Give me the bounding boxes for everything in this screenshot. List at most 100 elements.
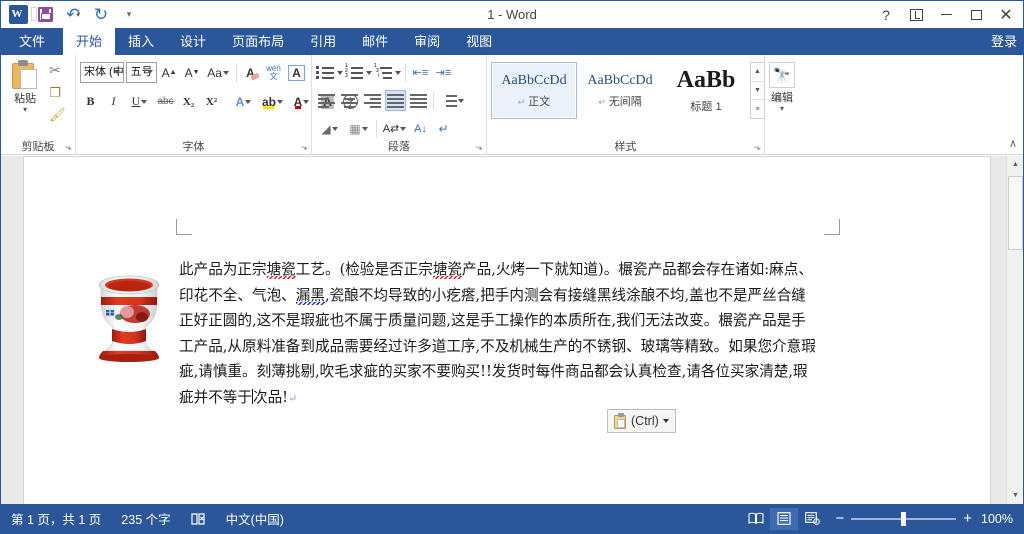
editing-button[interactable]: 🔭 编辑 ▾ [769,58,795,155]
styles-dialog-launcher[interactable]: ⬎ [753,142,761,153]
chevron-down-icon[interactable] [361,126,368,131]
chevron-down-icon[interactable]: ▾ [23,106,27,114]
styles-gallery-scroll[interactable]: ▲ ▼ ≡ [750,62,765,119]
minimize-button[interactable] [931,2,961,27]
justify-button[interactable] [385,90,406,111]
chevron-down-icon[interactable] [114,70,121,74]
shrink-font-button[interactable]: A ▼ [182,62,203,83]
grow-font-button[interactable]: A ▲ [159,62,180,83]
view-print-layout-button[interactable] [770,507,799,530]
superscript-button[interactable]: X² [201,91,222,112]
distribute-button[interactable] [408,90,429,111]
tab-home[interactable]: 开始 [63,28,116,55]
bold-button[interactable]: B [80,91,101,112]
align-center-button[interactable] [339,90,360,111]
zoom-in-button[interactable]: + [963,511,972,526]
ribbon-display-options-button[interactable] [901,2,931,27]
chevron-down-icon[interactable]: ▾ [780,105,784,113]
document-area[interactable]: 此产品为正宗塘瓷工艺。(检验是否正宗塘瓷产品,火烤一下就知道)。榐瓷产品都会存在… [1,156,1023,504]
chevron-down-icon[interactable] [222,70,229,75]
line-spacing-button[interactable] [438,90,465,111]
vertical-scrollbar[interactable]: ▲ ▼ [1006,156,1023,504]
character-border-button[interactable]: A [286,62,307,83]
numbering-button[interactable]: 1 2 3 [345,62,372,83]
zoom-level-label[interactable]: 100% [981,512,1023,526]
paste-options-button[interactable]: (Ctrl) [607,409,676,433]
chevron-down-icon[interactable] [395,70,401,75]
chevron-down-icon[interactable] [146,70,153,74]
tab-mailings[interactable]: 邮件 [349,28,401,55]
font-color-button[interactable]: A [288,91,315,112]
tab-file[interactable]: 文件 [1,28,64,55]
paragraph-dialog-launcher[interactable]: ⬎ [475,142,483,153]
font-dialog-launcher[interactable]: ⬎ [300,142,308,153]
chevron-down-icon[interactable] [245,99,252,104]
copy-button[interactable]: ❐ [49,84,67,101]
clear-formatting-button[interactable]: A [240,62,261,83]
page-indicator[interactable]: 第 1 页，共 1 页 [1,504,111,533]
zoom-out-button[interactable]: − [835,511,844,526]
sign-in-link[interactable]: 登录 [991,28,1017,55]
change-case-button[interactable]: Aa [205,62,232,83]
zoom-thumb[interactable] [901,511,907,526]
maximize-button[interactable] [961,2,991,27]
tab-review[interactable]: 审阅 [401,28,453,55]
text-highlight-button[interactable]: ab [259,91,286,112]
subscript-button[interactable]: X₂ [178,91,199,112]
text-effects-button[interactable]: A [230,91,257,112]
borders-button[interactable]: ▦ [345,118,372,139]
help-button[interactable]: ? [871,2,901,27]
proofing-status-button[interactable] [181,504,216,533]
scroll-up-button[interactable]: ▲ [1007,156,1023,173]
chevron-down-icon[interactable] [277,99,283,104]
style-heading-1[interactable]: AaBb 标题 1 [663,62,749,119]
collapse-ribbon-button[interactable]: ∧ [1009,137,1017,150]
tab-references[interactable]: 引用 [297,28,349,55]
decrease-indent-button[interactable]: ⇤≡ [410,62,431,83]
shading-button[interactable]: ◢ [316,118,343,139]
chevron-down-icon[interactable] [331,126,338,131]
zoom-slider[interactable]: − + [826,511,981,526]
tab-page-layout[interactable]: 页面布局 [219,28,297,55]
asian-layout-button[interactable]: A⇄ [381,118,408,139]
tab-view[interactable]: 视图 [453,28,505,55]
align-right-button[interactable] [362,90,383,111]
bullets-button[interactable] [316,62,343,83]
document-page[interactable]: 此产品为正宗塘瓷工艺。(检验是否正宗塘瓷产品,火烤一下就知道)。榐瓷产品都会存在… [23,156,991,504]
font-name-input[interactable]: 宋体 (中文正文 [80,62,125,83]
italic-button[interactable]: I [103,91,124,112]
increase-indent-button[interactable]: ⇥≡ [433,62,454,83]
strikethrough-button[interactable]: abc [155,91,176,112]
phonetic-guide-button[interactable]: wén 文 [263,62,284,83]
tab-insert[interactable]: 插入 [115,28,167,55]
scrollbar-thumb[interactable] [1008,176,1023,250]
document-paragraph[interactable]: 此产品为正宗塘瓷工艺。(检验是否正宗塘瓷产品,火烤一下就知道)。榐瓷产品都会存在… [179,257,819,412]
clipboard-dialog-launcher[interactable]: ⬎ [64,142,72,153]
view-web-layout-button[interactable] [798,508,826,530]
font-size-input[interactable]: 五号 [126,62,157,83]
styles-more-button[interactable]: ≡ [751,100,764,118]
chevron-down-icon[interactable] [400,126,407,131]
multilevel-list-button[interactable]: 1 3 i [374,62,401,83]
scroll-down-button[interactable]: ▼ [1007,487,1023,504]
chevron-down-icon[interactable] [337,70,343,75]
cut-button[interactable]: ✂ [49,62,67,79]
chevron-down-icon[interactable] [366,70,372,75]
tab-design[interactable]: 设计 [167,28,219,55]
close-button[interactable]: ✕ [991,2,1021,27]
chevron-down-icon[interactable] [141,99,148,104]
word-count[interactable]: 235 个字 [111,504,180,533]
styles-scroll-down-button[interactable]: ▼ [751,82,764,101]
chevron-down-icon[interactable] [662,419,669,423]
format-painter-button[interactable]: 🖌 [49,106,67,123]
chevron-down-icon[interactable] [303,99,310,104]
align-left-button[interactable] [316,90,337,111]
sort-button[interactable]: A↓ [410,118,431,139]
style-no-spacing[interactable]: AaBbCcDd ↵ 无间隔 [577,62,663,119]
product-image[interactable] [79,259,179,363]
zoom-track[interactable] [851,511,957,526]
styles-scroll-up-button[interactable]: ▲ [751,63,764,82]
underline-button[interactable]: U [126,91,153,112]
style-normal[interactable]: AaBbCcDd ↵ 正文 [491,62,577,119]
show-formatting-marks-button[interactable]: ↵ [433,118,454,139]
